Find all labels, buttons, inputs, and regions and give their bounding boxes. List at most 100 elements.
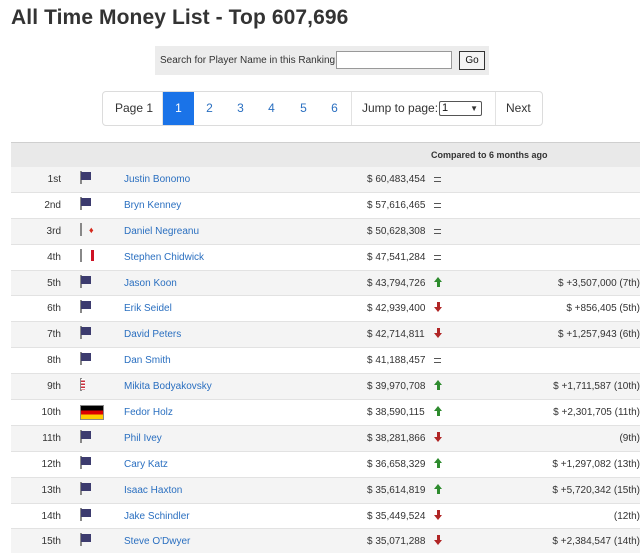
earnings-cell: $ 47,541,284 [367,251,426,263]
rank-cell: 4th [47,251,61,263]
player-name-link[interactable]: Steve O'Dwyer [124,536,190,547]
chevron-down-icon: ▼ [470,104,478,113]
table-row: 10th Fedor Holz $ 38,590,115 $ +2,301,705 (… [11,400,640,426]
change-cell: (9th) [619,432,640,444]
earnings-cell: $ 42,939,400 [367,303,426,315]
rank-cell: 13th [41,484,61,496]
usa-flag-icon [80,507,82,521]
compare-column-header: Compared to 6 months ago [431,150,548,160]
page-link-6[interactable]: 6 [319,92,350,125]
rank-cell: 10th [41,407,61,419]
table-row: 11th Phil Ivey $ 38,281,866 (9th) [11,425,640,452]
table-row: 8th Dan Smith $ 41,188,457 [11,348,640,375]
change-cell: $ +1,297,082 (13th) [552,458,640,470]
jump-to-page-select[interactable]: 1 ▼ [439,101,482,116]
usa-flag-icon [80,352,82,366]
rank-cell: 9th [47,381,61,393]
change-cell: $ +856,405 (5th) [566,303,640,315]
earnings-cell: $ 38,590,115 [367,407,425,419]
player-name-link[interactable]: Mikita Bodyakovsky [124,381,212,392]
earnings-cell: $ 35,614,819 [367,484,426,496]
change-cell: $ +1,257,943 (6th) [557,329,640,341]
belarus-flag-icon [80,378,82,392]
earnings-cell: $ 39,970,708 [367,381,426,393]
table-row: 2nd Bryn Kenney $ 57,616,465 [11,192,640,219]
page-indicator: Page 1 [115,101,154,115]
change-cell: $ +1,711,587 (10th) [553,381,640,393]
rank-cell: 6th [47,303,61,315]
rank-cell: 3rd [46,225,61,237]
rank-cell: 8th [47,355,61,367]
usa-flag-icon [80,533,82,547]
down-arrow-icon [433,509,443,523]
player-name-link[interactable]: Stephen Chidwick [124,252,204,263]
rank-cell: 5th [47,277,61,289]
unchanged-icon [433,198,443,212]
usa-flag-icon [80,300,82,314]
table-header: Compared to 6 months ago [11,142,640,167]
earnings-cell: $ 60,483,454 [367,174,426,185]
up-arrow-icon [433,379,443,393]
player-name-link[interactable]: David Peters [124,329,181,340]
usa-flag-icon [80,326,82,340]
player-name-link[interactable]: Justin Bonomo [124,174,190,185]
pagination: Page 1 1 2 3 4 5 6 Jump to page: 1 ▼ Nex… [102,91,543,126]
up-arrow-icon [433,483,443,497]
player-name-link[interactable]: Bryn Kenney [124,200,181,211]
earnings-cell: $ 35,071,288 [367,536,426,548]
rank-cell: 14th [41,510,61,522]
usa-flag-icon [80,274,82,288]
usa-flag-icon [80,171,82,184]
player-name-link[interactable]: Phil Ivey [124,433,162,444]
earnings-cell: $ 43,794,726 [367,277,426,289]
table-row: 15th Steve O'Dwyer $ 35,071,288 $ +2,384,54… [11,529,640,553]
rank-cell: 15th [41,536,61,548]
next-page-link[interactable]: Next [506,92,531,125]
up-arrow-icon [433,276,443,290]
player-name-link[interactable]: Fedor Holz [124,407,173,418]
usa-flag-icon [80,481,82,495]
table-row: 5th Jason Koon $ 43,794,726 $ +3,507,000 (7… [11,270,640,297]
table-row: 12th Cary Katz $ 36,658,329 $ +1,297,082 (1… [11,451,640,478]
page-link-3[interactable]: 3 [225,92,256,125]
earnings-cell: $ 42,714,811 [367,329,425,341]
page-link-4[interactable]: 4 [256,92,287,125]
usa-flag-icon [80,196,82,210]
money-list-table: Compared to 6 months ago 1st Justin Bonom… [11,142,640,553]
page-link-5[interactable]: 5 [288,92,319,125]
player-name-link[interactable]: Dan Smith [124,355,171,366]
player-name-link[interactable]: Erik Seidel [124,303,172,314]
player-name-link[interactable]: Daniel Negreanu [124,226,199,237]
table-row: 13th Isaac Haxton $ 35,614,819 $ +5,720,342… [11,477,640,504]
table-row: 9th Mikita Bodyakovsky $ 39,970,708 $ +1,71… [11,374,640,401]
page-link-2[interactable]: 2 [194,92,225,125]
page-link-1[interactable]: 1 [163,92,194,125]
rank-cell: 11th [42,432,61,444]
usa-flag-icon [80,429,82,443]
player-name-link[interactable]: Jake Schindler [124,511,190,522]
divider [495,92,496,125]
player-name-link[interactable]: Isaac Haxton [124,485,182,496]
up-arrow-icon [433,457,443,471]
down-arrow-icon [433,327,443,341]
go-button[interactable]: Go [459,51,485,70]
unchanged-icon [433,250,443,264]
player-search-input[interactable] [336,51,452,69]
page-title: All Time Money List - Top 607,696 [11,6,349,29]
change-cell: $ +2,384,547 (14th) [552,536,640,548]
player-name-link[interactable]: Cary Katz [124,459,168,470]
rank-cell: 2nd [44,199,61,211]
table-body: 1st Justin Bonomo $ 60,483,454 2nd Bryn Kenn… [11,167,640,553]
table-row: 3rd Daniel Negreanu $ 50,628,308 [11,218,640,245]
unchanged-icon [433,224,443,238]
rank-cell: 12th [41,458,61,470]
earnings-cell: $ 50,628,308 [367,225,426,237]
jump-select-value: 1 [442,102,449,114]
change-cell: (12th) [613,510,640,522]
table-row: 7th David Peters $ 42,714,811 $ +1,257,943 … [11,322,640,349]
down-arrow-icon [433,301,443,315]
player-name-link[interactable]: Jason Koon [124,278,177,289]
search-bar: Search for Player Name in this Ranking G… [155,46,489,75]
search-label: Search for Player Name in this Ranking [160,55,336,66]
earnings-cell: $ 38,281,866 [367,432,426,444]
